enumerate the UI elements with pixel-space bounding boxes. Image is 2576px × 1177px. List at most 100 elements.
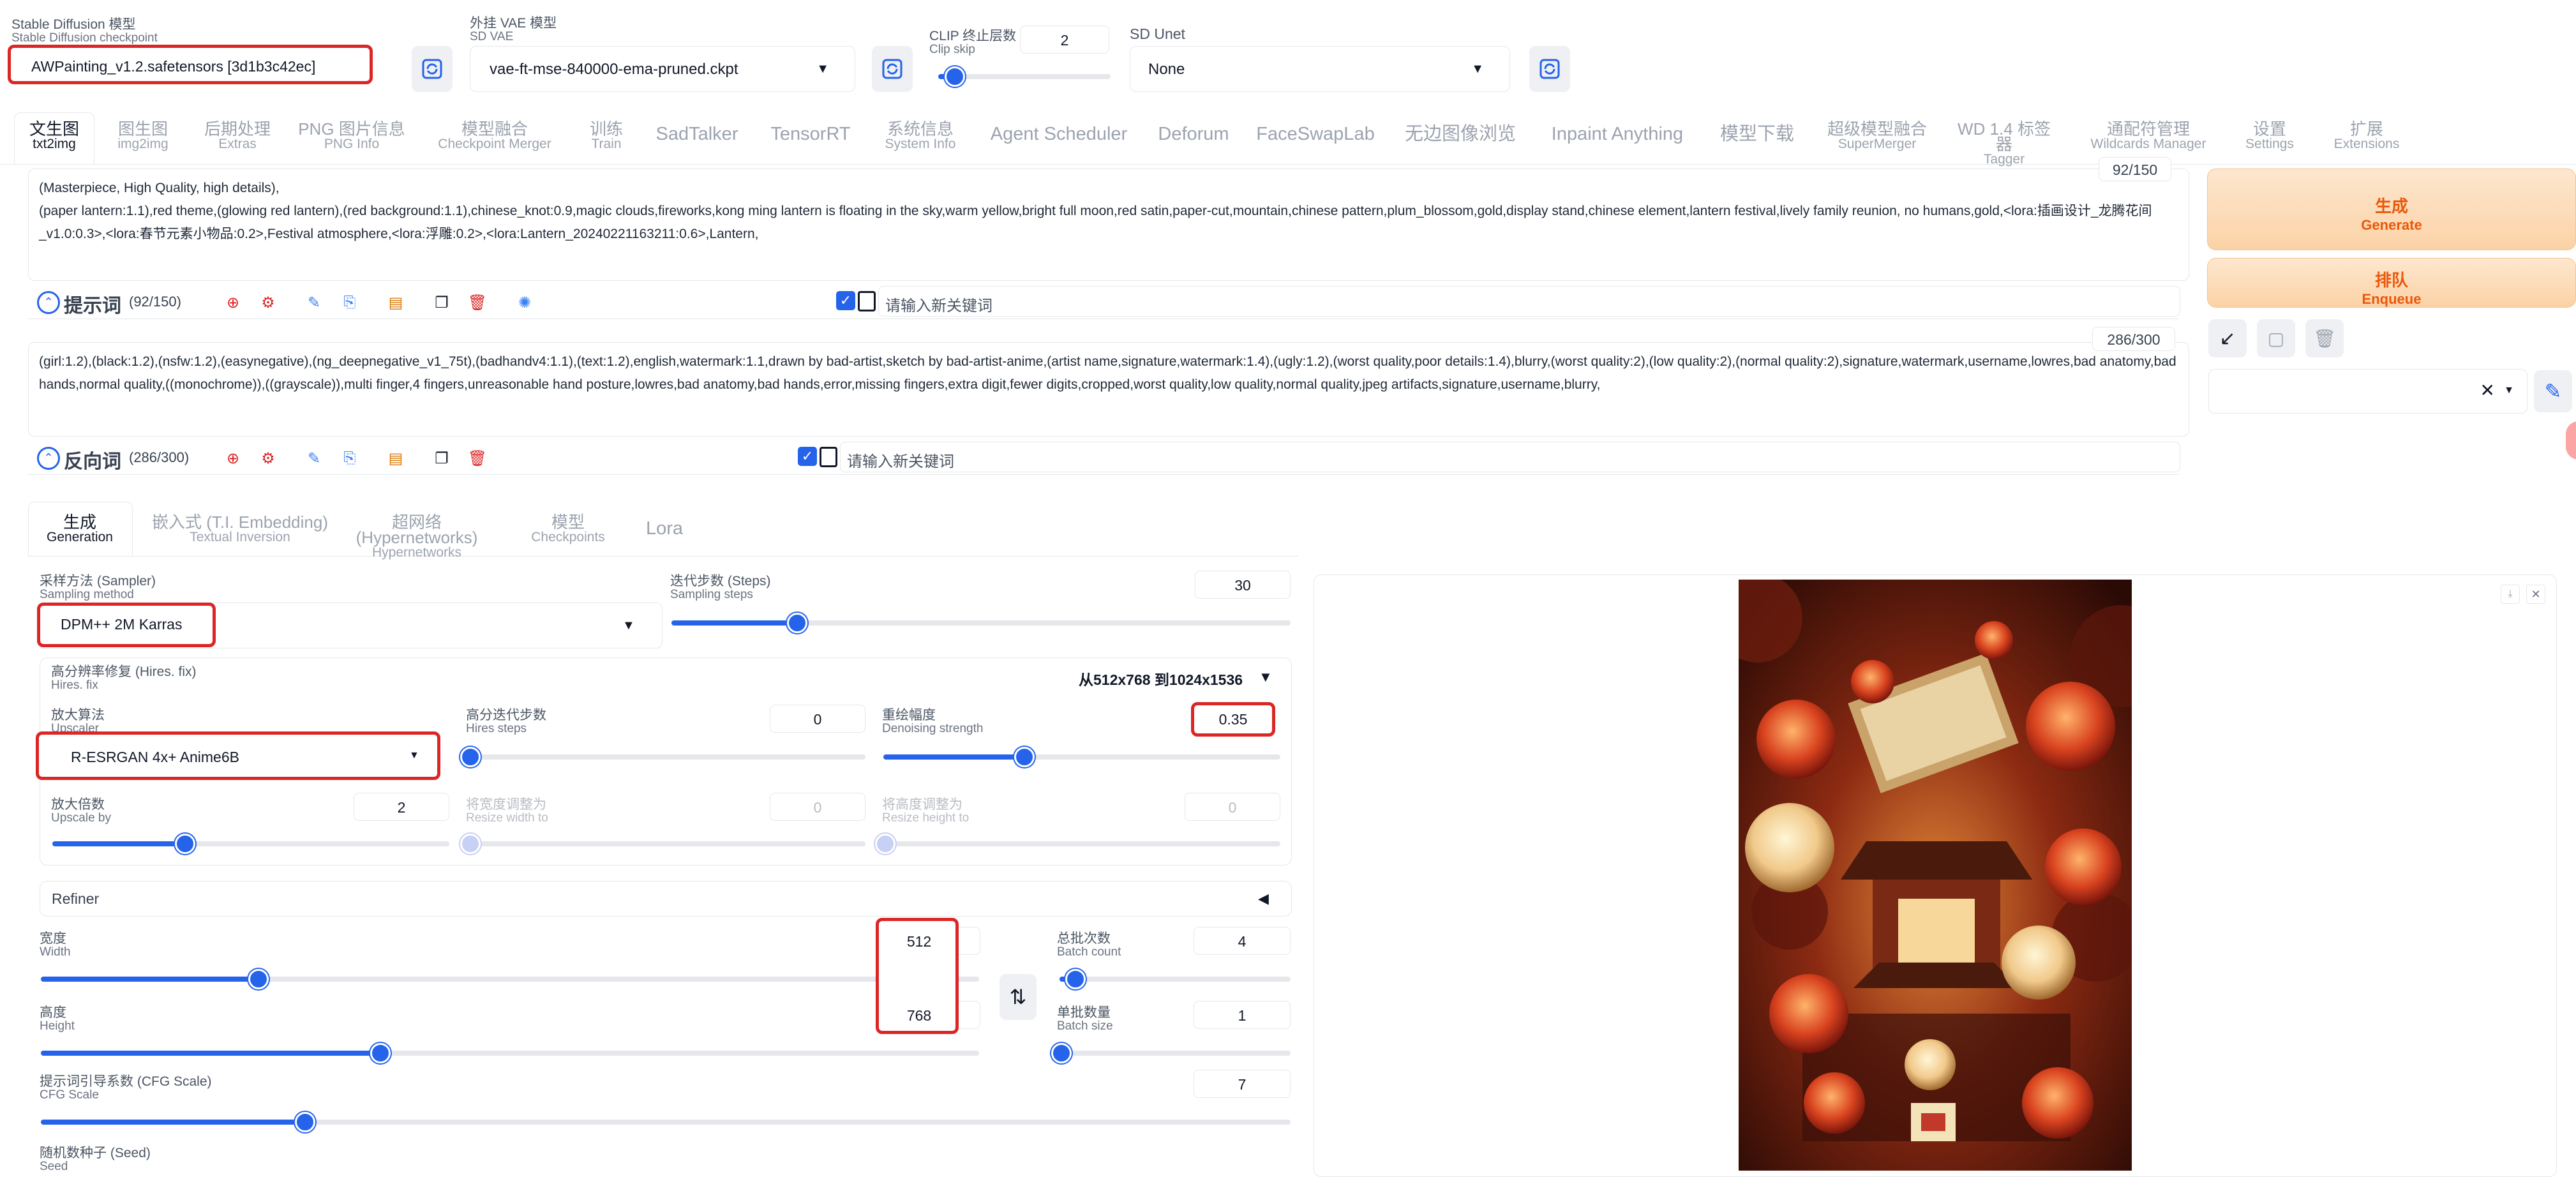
- slider-handle[interactable]: [875, 834, 895, 854]
- edit-doc-icon[interactable]: ✎: [301, 290, 327, 315]
- slider-handle[interactable]: [295, 1112, 316, 1132]
- batch-size-slider[interactable]: [1051, 1043, 1291, 1063]
- keyword-checkbox[interactable]: ✓: [836, 291, 855, 310]
- prompt-textarea[interactable]: (Masterpiece, High Quality, high details…: [28, 169, 2189, 281]
- width-input[interactable]: 512: [887, 933, 951, 950]
- slider-handle[interactable]: [787, 613, 807, 633]
- close-icon[interactable]: ✕: [2526, 585, 2545, 604]
- refresh-model-button[interactable]: [412, 46, 453, 92]
- copy-icon[interactable]: ❐: [429, 446, 454, 471]
- tab-model-download[interactable]: 模型下载: [1711, 119, 1804, 149]
- output-image[interactable]: [1739, 580, 2132, 1171]
- width-slider[interactable]: [41, 969, 979, 989]
- steps-slider[interactable]: [671, 613, 1291, 633]
- gear-icon[interactable]: ⚙: [255, 290, 281, 315]
- swap-dimensions-button[interactable]: ⇅: [1000, 974, 1037, 1020]
- copy-icon[interactable]: ❐: [429, 290, 454, 315]
- tab-faceswaplab[interactable]: FaceSwapLab: [1255, 119, 1376, 149]
- vae-select[interactable]: vae-ft-mse-840000-ema-pruned.ckpt ▼: [470, 46, 855, 92]
- refresh-vae-button[interactable]: [872, 46, 913, 92]
- tab-supermerger[interactable]: 超级模型融合 SuperMerger: [1824, 121, 1930, 152]
- sd-model-select[interactable]: AWPainting_v1.2.safetensors [3d1b3c42ec]: [8, 45, 373, 84]
- negative-keyword-input[interactable]: 请输入新关键词: [840, 442, 2180, 472]
- upscaler-select[interactable]: R-ESRGAN 4x+ Anime6B ▼: [36, 731, 440, 780]
- trash-icon[interactable]: 🗑: [465, 290, 490, 315]
- resize-height-input[interactable]: 0: [1185, 793, 1280, 821]
- tab-settings[interactable]: 设置 Settings: [2238, 121, 2302, 152]
- tab-png-info[interactable]: PNG 图片信息 PNG Info: [297, 121, 406, 152]
- refiner-panel[interactable]: Refiner ◀: [40, 881, 1292, 917]
- keyword-panel-icon[interactable]: ▤: [383, 446, 408, 471]
- slider-handle[interactable]: [175, 834, 196, 854]
- slider-handle[interactable]: [1051, 1043, 1072, 1063]
- hires-fix-label[interactable]: 高分辨率修复 (Hires. fix) Hires. fix: [51, 665, 197, 692]
- floating-handle[interactable]: [2566, 421, 2576, 460]
- tab-wildcards-manager[interactable]: 通配符管理 Wildcards Manager: [2078, 121, 2219, 152]
- tab-checkpoint-merger[interactable]: 模型融合 Checkpoint Merger: [426, 121, 563, 152]
- enqueue-button[interactable]: 排队 Enqueue: [2207, 258, 2576, 308]
- hires-steps-slider[interactable]: [460, 747, 865, 767]
- tab-extensions[interactable]: 扩展 Extensions: [2321, 121, 2413, 152]
- keyword-checkbox[interactable]: ✓: [798, 447, 817, 466]
- slider-handle[interactable]: [945, 66, 965, 87]
- subtab-generation[interactable]: 生成 Generation: [32, 514, 128, 545]
- resize-width-input[interactable]: 0: [770, 793, 865, 821]
- cfg-slider[interactable]: [41, 1112, 1291, 1132]
- clip-skip-slider[interactable]: [938, 66, 1111, 87]
- close-icon[interactable]: ✕: [2480, 380, 2495, 401]
- batch-size-input[interactable]: 1: [1194, 1001, 1291, 1029]
- edit-styles-button[interactable]: ✎: [2534, 370, 2572, 412]
- denoise-input[interactable]: 0.35: [1191, 702, 1275, 737]
- slider-handle[interactable]: [460, 834, 481, 854]
- resize-height-slider[interactable]: [875, 834, 1280, 854]
- bookmark-icon[interactable]: ⎘: [337, 446, 363, 471]
- subtab-hypernetworks[interactable]: 超网络 (Hypernetworks) Hypernetworks: [337, 514, 497, 560]
- tab-inpaint-anything[interactable]: Inpaint Anything: [1547, 119, 1688, 149]
- slider-handle[interactable]: [248, 969, 269, 989]
- clear-button[interactable]: 🗑: [2305, 319, 2344, 357]
- settings-cog-icon[interactable]: ✺: [512, 290, 537, 315]
- styles-select[interactable]: ✕ ▼: [2208, 369, 2527, 414]
- upscale-by-slider[interactable]: [52, 834, 449, 854]
- trash-icon[interactable]: 🗑: [465, 446, 490, 471]
- paste-button[interactable]: ▢: [2257, 319, 2295, 357]
- prompt-keyword-input[interactable]: 请输入新关键词: [878, 286, 2180, 317]
- collapse-icon[interactable]: ⌃: [37, 447, 60, 470]
- batch-count-slider[interactable]: [1060, 969, 1291, 989]
- cfg-input[interactable]: 7: [1194, 1070, 1291, 1098]
- collapse-icon[interactable]: ⌃: [37, 291, 60, 314]
- generate-button[interactable]: 生成 Generate: [2207, 169, 2576, 250]
- batch-count-input[interactable]: 4: [1194, 927, 1291, 955]
- height-slider[interactable]: [41, 1043, 979, 1063]
- negative-prompt-textarea[interactable]: (girl:1.2),(black:1.2),(nsfw:1.2),(easyn…: [28, 342, 2189, 437]
- slider-handle[interactable]: [1014, 747, 1035, 767]
- slider-handle[interactable]: [1065, 969, 1086, 989]
- collapse-triangle-icon[interactable]: ◀: [1258, 890, 1269, 907]
- edit-doc-icon[interactable]: ✎: [301, 446, 327, 471]
- tab-system-info[interactable]: 系统信息 System Info: [878, 121, 962, 152]
- tab-extras[interactable]: 后期处理 Extras: [198, 121, 277, 152]
- tab-train[interactable]: 训练 Train: [576, 121, 637, 152]
- upscale-by-input[interactable]: 2: [354, 793, 449, 821]
- slider-handle[interactable]: [370, 1043, 391, 1063]
- tab-infinite-image-browsing[interactable]: 无边图像浏览: [1397, 119, 1524, 149]
- translate-icon[interactable]: ⊕: [220, 290, 246, 315]
- subtab-lora[interactable]: Lora: [636, 513, 693, 544]
- tab-tensorrt[interactable]: TensorRT: [763, 119, 858, 149]
- tab-sadtalker[interactable]: SadTalker: [652, 119, 742, 149]
- bookmark-icon[interactable]: ⎘: [337, 290, 363, 315]
- tab-deforum[interactable]: Deforum: [1153, 119, 1234, 149]
- tab-img2img[interactable]: 图生图 img2img: [107, 121, 179, 152]
- denoise-slider[interactable]: [883, 747, 1280, 767]
- gear-icon[interactable]: ⚙: [255, 446, 281, 471]
- unet-select[interactable]: None ▼: [1130, 46, 1510, 92]
- tab-agent-scheduler[interactable]: Agent Scheduler: [985, 119, 1132, 149]
- height-input[interactable]: 768: [887, 1007, 951, 1024]
- slider-handle[interactable]: [460, 747, 481, 767]
- tab-txt2img[interactable]: 文生图 txt2img: [19, 121, 89, 152]
- download-icon[interactable]: ⤓: [2501, 585, 2520, 604]
- hires-steps-input[interactable]: 0: [770, 705, 865, 733]
- clip-skip-input[interactable]: 2: [1020, 26, 1109, 54]
- translate-icon[interactable]: ⊕: [220, 446, 246, 471]
- collapse-triangle-icon[interactable]: ▼: [1259, 669, 1273, 686]
